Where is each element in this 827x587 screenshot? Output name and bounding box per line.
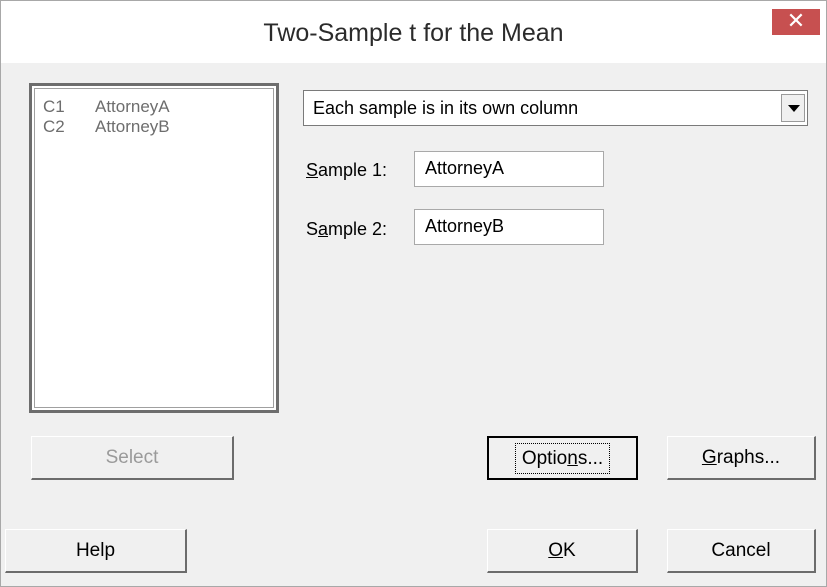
data-format-selected: Each sample is in its own column xyxy=(313,98,579,118)
sample1-label: Sample 1: xyxy=(306,160,388,180)
variable-name: AttorneyB xyxy=(95,117,170,136)
sample2-label: Sample 2: xyxy=(306,219,388,239)
variable-item[interactable]: C2 AttorneyB xyxy=(43,117,170,137)
variable-column: C2 xyxy=(43,117,65,136)
help-button[interactable]: Help xyxy=(5,529,187,573)
variable-item[interactable]: C1 AttorneyA xyxy=(43,97,170,117)
dialog-window: Two-Sample t for the Mean ✕ C1 AttorneyA … xyxy=(0,0,827,587)
title-bar: Two-Sample t for the Mean ✕ xyxy=(1,1,826,63)
sample1-input[interactable]: AttorneyA xyxy=(414,151,604,187)
ok-button[interactable]: OK xyxy=(487,529,638,573)
cancel-button[interactable]: Cancel xyxy=(667,529,816,573)
dialog-title: Two-Sample t for the Mean xyxy=(263,19,564,47)
variable-name: AttorneyA xyxy=(95,97,170,116)
options-button[interactable]: Options... xyxy=(487,436,638,480)
graphs-button[interactable]: Graphs... xyxy=(667,436,816,480)
variables-listbox[interactable]: C1 AttorneyA C2 AttorneyB xyxy=(29,83,279,413)
variable-column: C1 xyxy=(43,97,65,116)
select-button[interactable]: Select xyxy=(31,436,234,480)
sample2-input[interactable]: AttorneyB xyxy=(414,209,604,245)
data-format-dropdown[interactable]: Each sample is in its own column xyxy=(303,90,808,126)
close-button[interactable]: ✕ xyxy=(772,9,820,35)
close-icon: ✕ xyxy=(786,8,806,33)
chevron-down-icon[interactable] xyxy=(781,94,805,122)
